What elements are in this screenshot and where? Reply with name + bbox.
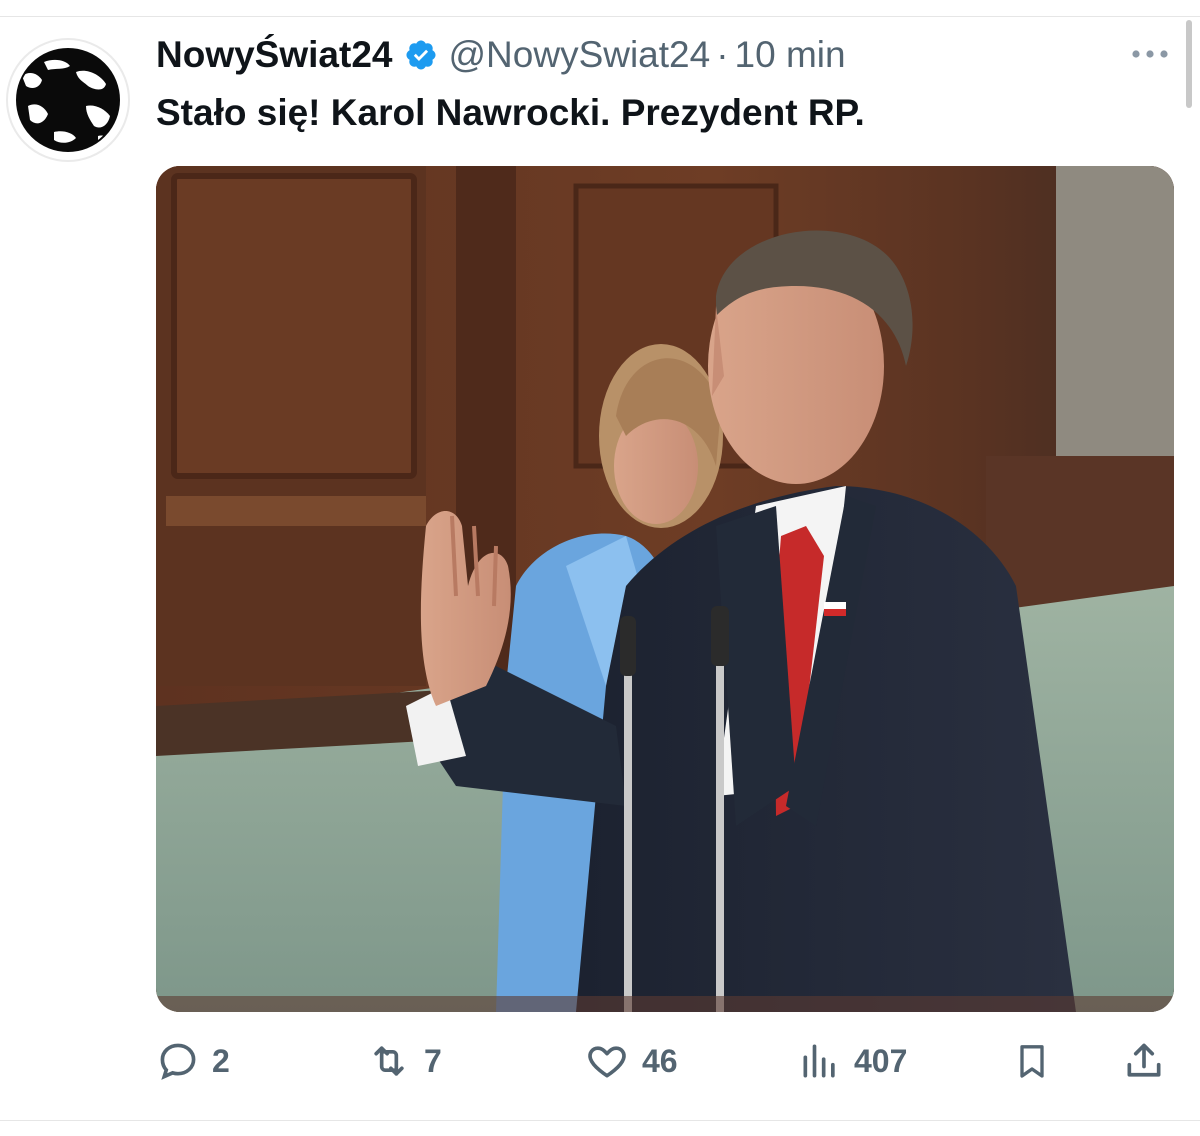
views-count: 407: [854, 1042, 908, 1079]
scrollbar[interactable]: [1186, 20, 1192, 108]
bookmark-button[interactable]: [1012, 1030, 1052, 1092]
author-display-name[interactable]: NowyŚwiat24: [156, 34, 392, 76]
share-button[interactable]: [1122, 1030, 1166, 1092]
reply-button[interactable]: 2: [156, 1030, 230, 1092]
tweet-card[interactable]: NowyŚwiat24 @NowySwiat24 · 10 min Stało …: [0, 0, 1200, 1136]
repost-count: 7: [424, 1042, 442, 1079]
more-icon[interactable]: [1128, 40, 1172, 68]
swearing-in-photo: [156, 166, 1174, 1012]
tweet-text: Stało się! Karol Nawrocki. Prezydent RP.: [156, 92, 865, 133]
bookmark-icon: [1020, 1045, 1044, 1078]
reply-icon: [160, 1043, 196, 1080]
heart-icon: [588, 1046, 626, 1078]
like-count: 46: [642, 1042, 678, 1079]
like-button[interactable]: 46: [584, 1030, 678, 1092]
views-button[interactable]: 407: [798, 1030, 907, 1092]
repost-icon: [374, 1046, 404, 1076]
verified-badge-icon[interactable]: [404, 38, 438, 72]
share-icon: [1127, 1043, 1161, 1077]
tweet-actions: 2 7 46 407: [156, 1030, 1174, 1092]
separator-dot: ·: [716, 34, 729, 75]
tweet-header: NowyŚwiat24 @NowySwiat24 · 10 min: [156, 30, 846, 80]
repost-button[interactable]: 7: [366, 1030, 442, 1092]
author-avatar[interactable]: [6, 38, 130, 162]
tweet-media-photo[interactable]: [156, 166, 1174, 1012]
reply-count: 2: [212, 1042, 230, 1079]
globe-icon: [16, 48, 120, 152]
author-handle[interactable]: @NowySwiat24: [448, 34, 710, 76]
views-icon: [803, 1044, 835, 1078]
tweet-timestamp[interactable]: 10 min: [735, 34, 846, 76]
divider: [0, 1120, 1200, 1121]
divider: [0, 16, 1200, 17]
